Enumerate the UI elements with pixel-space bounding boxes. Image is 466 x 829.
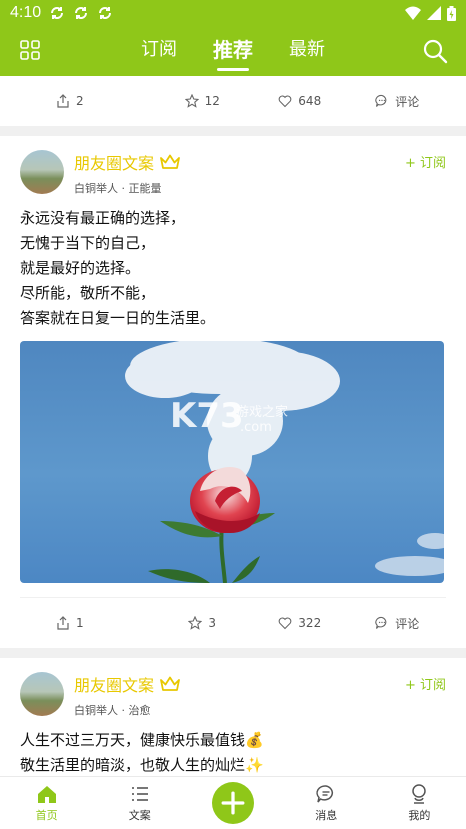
share-action[interactable]: 2 [20,94,154,108]
crown-icon [160,676,180,691]
author-name-text: 朋友圈文案 [74,154,155,173]
list-icon [131,787,148,801]
nav-add[interactable] [186,782,279,824]
nav-home[interactable]: 首页 [0,783,93,823]
sync-icon [75,7,88,19]
post-text: 永远没有最正确的选择， 无愧于当下的自己， 就是最好的选择。 尽所能，敬所不能，… [0,196,466,331]
author-name[interactable]: 朋友圈文案 [74,150,405,174]
post-line: 人生不过三万天，健康快乐最值钱💰 [20,731,264,749]
user-icon [412,784,427,804]
like-count: 12 [204,94,220,108]
share-icon [57,94,69,108]
favorite-count: 322 [298,616,322,630]
heart-icon [278,95,292,108]
card-gap [0,648,466,658]
post-line: 无愧于当下的自己， [20,234,156,252]
rose-sky-image: K73 游戏之家 .com [125,341,444,583]
heart-icon [278,617,292,630]
message-icon [316,785,334,803]
tab-subscribe[interactable]: 订阅 [141,35,177,67]
favorite-action[interactable]: 322 [251,616,349,630]
plus-icon [221,791,245,815]
sync-icon [99,7,112,19]
post-card-previous: 2 12 648 评论 [0,76,466,126]
signal-icon [427,6,441,20]
share-count: 2 [76,94,84,108]
author-name-text: 朋友圈文案 [74,676,155,695]
nav-home-label: 首页 [35,809,58,822]
favorite-count: 648 [298,94,322,108]
post-line: 敬生活里的暗淡，也敬人生的灿烂✨ [20,756,264,774]
favorite-action[interactable]: 648 [251,94,349,108]
author-info: 朋友圈文案 白铜举人 · 正能量 [74,150,405,196]
nav-copywriting-label: 文案 [128,809,151,822]
post-card: 朋友圈文案 白铜举人 · 正能量 + 订阅 永远没有最正确的选择， 无愧于当下的… [0,136,466,648]
card-gap [0,126,466,136]
share-action[interactable]: 1 [20,616,154,630]
sync-icon [51,7,64,19]
status-bar: 4:10 [0,0,466,26]
post-text: 人生不过三万天，健康快乐最值钱💰 敬生活里的暗淡，也敬人生的灿烂✨ [0,718,466,776]
post-image[interactable]: K73 游戏之家 .com [20,341,444,583]
watermark-subtitle: 游戏之家 [236,404,288,420]
top-nav: 订阅 推荐 最新 [0,26,466,76]
comment-icon [375,94,387,107]
share-count: 1 [76,616,84,630]
comment-label: 评论 [395,616,420,631]
comment-icon [375,616,387,629]
bottom-nav: 首页 文案 消息 我的 [0,776,466,829]
share-icon [57,616,69,630]
star-icon [184,94,199,108]
avatar[interactable] [20,150,64,194]
post-line: 就是最好的选择。 [20,259,141,277]
watermark-domain: .com [240,420,272,435]
crown-icon [160,154,180,169]
post-line: 尽所能，敬所不能， [20,284,156,302]
tab-recommend[interactable]: 推荐 [213,34,253,71]
post-card: 朋友圈文案 白铜举人 · 治愈 + 订阅 人生不过三万天，健康快乐最值钱💰 敬生… [0,658,466,776]
add-button[interactable] [212,782,254,824]
star-icon [188,616,203,630]
watermark-logo: K73 [170,396,244,436]
comment-action[interactable]: 评论 [349,93,447,110]
nav-messages-label: 消息 [315,809,338,822]
tab-latest[interactable]: 最新 [289,35,325,67]
action-row: 1 3 322 评论 [0,598,466,648]
nav-mine[interactable]: 我的 [373,783,466,823]
author-name[interactable]: 朋友圈文案 [74,672,405,696]
post-header: 朋友圈文案 白铜举人 · 正能量 + 订阅 [0,136,466,196]
status-time: 4:10 [10,4,42,21]
nav-messages[interactable]: 消息 [280,783,373,823]
home-icon [37,786,56,803]
subscribe-button[interactable]: + 订阅 [405,674,446,693]
author-subtitle: 白铜举人 · 正能量 [74,182,162,195]
battery-icon [447,5,456,21]
action-row: 2 12 648 评论 [0,76,466,126]
nav-copywriting[interactable]: 文案 [93,783,186,823]
subscribe-button[interactable]: + 订阅 [405,152,446,171]
post-line: 答案就在日复一日的生活里。 [20,309,216,327]
post-header: 朋友圈文案 白铜举人 · 治愈 + 订阅 [0,658,466,718]
wifi-icon [405,6,421,20]
author-info: 朋友圈文案 白铜举人 · 治愈 [74,672,405,718]
post-line: 永远没有最正确的选择， [20,209,186,227]
search-icon[interactable] [422,38,448,64]
author-subtitle: 白铜举人 · 治愈 [74,704,151,717]
like-action[interactable]: 3 [154,616,252,630]
like-action[interactable]: 12 [154,94,252,108]
nav-mine-label: 我的 [408,809,431,822]
like-count: 3 [208,616,217,630]
grid-menu-icon[interactable] [20,40,40,60]
comment-action[interactable]: 评论 [349,615,447,632]
avatar[interactable] [20,672,64,716]
comment-label: 评论 [395,94,420,109]
feed: 2 12 648 评论 朋友圈文案 白铜举人 · 正能量 + 订阅 永远没有最正… [0,76,466,776]
